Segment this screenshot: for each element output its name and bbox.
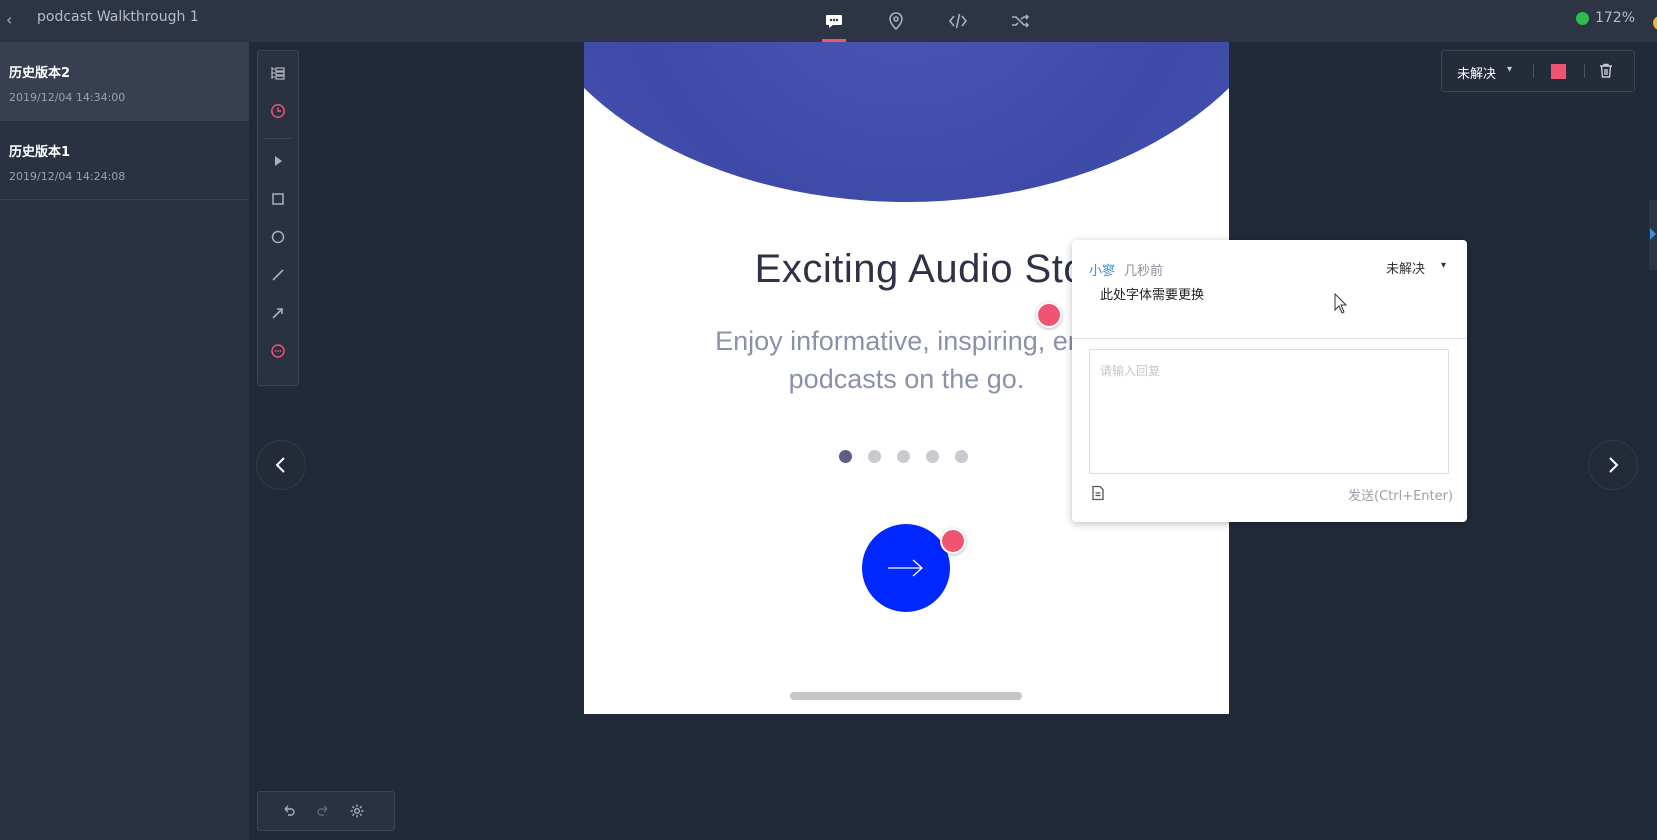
color-swatch[interactable] (1551, 64, 1566, 79)
shuffle-icon (1012, 14, 1030, 28)
history-item-time: 2019/12/04 14:34:00 (9, 91, 126, 104)
divider (1533, 64, 1534, 78)
page-dot[interactable] (868, 450, 881, 463)
page-dot[interactable] (955, 450, 968, 463)
status-dropdown[interactable]: 未解决 (1457, 63, 1496, 82)
comment-status-dropdown[interactable]: 未解决 (1386, 258, 1425, 277)
previous-screen-button[interactable] (256, 440, 306, 490)
chevron-left-icon[interactable]: ‹ (6, 10, 12, 29)
arrow-right-icon (888, 559, 923, 577)
zoom-indicator[interactable]: 172% (1575, 10, 1635, 26)
page-dot[interactable] (926, 450, 939, 463)
send-button[interactable]: 发送(Ctrl+Enter) (1348, 485, 1453, 504)
chevron-right-icon (1609, 457, 1619, 473)
chevron-down-icon[interactable]: ▾ (1507, 64, 1512, 75)
divider (1584, 64, 1585, 78)
home-indicator (790, 692, 1022, 700)
top-bar: ‹ podcast Walkthrough 1 172% (0, 0, 1657, 42)
location-tab[interactable] (876, 0, 916, 42)
header-shape (584, 42, 1229, 202)
next-button[interactable] (862, 524, 950, 612)
expand-arrow-icon[interactable] (1650, 228, 1656, 240)
pointer-icon (275, 156, 282, 166)
divider (1072, 338, 1467, 339)
page-indicator (839, 450, 968, 463)
reply-input[interactable] (1089, 349, 1449, 474)
pointer-tool[interactable] (258, 146, 298, 176)
redo-icon (317, 805, 328, 816)
page-dot[interactable] (839, 450, 852, 463)
line-tool[interactable] (258, 260, 298, 290)
redo-button[interactable] (313, 801, 333, 821)
attachment-icon[interactable] (1090, 485, 1106, 501)
history-panel: 历史版本2 2019/12/04 14:34:00 历史版本1 2019/12/… (0, 42, 249, 840)
comment-tool[interactable] (258, 336, 298, 366)
undo-button[interactable] (279, 801, 299, 821)
layers-tool[interactable] (258, 58, 298, 88)
layers-icon (271, 67, 285, 80)
history-item-name: 历史版本2 (9, 66, 71, 81)
page-dot[interactable] (897, 450, 910, 463)
arrow-icon (272, 308, 283, 319)
arrow-tool[interactable] (258, 298, 298, 328)
settings-button[interactable] (347, 801, 367, 821)
tool-palette (257, 50, 299, 386)
document-title: podcast Walkthrough 1 (37, 9, 199, 25)
mouse-cursor-icon (1334, 293, 1348, 314)
zoom-level: 172% (1594, 10, 1635, 26)
comment-tool-icon (271, 344, 285, 358)
comment-author[interactable]: 小寥 (1089, 260, 1115, 279)
rectangle-tool[interactable] (258, 184, 298, 214)
chevron-left-icon (275, 457, 285, 473)
line-icon (272, 269, 284, 281)
tool-divider (264, 138, 292, 139)
trash-icon[interactable] (1597, 62, 1615, 80)
comment-status-toolbar: 未解决 ▾ (1441, 50, 1635, 92)
status-dot-icon (1575, 11, 1589, 25)
comment-pin[interactable] (1036, 302, 1062, 328)
comment-pin[interactable] (940, 528, 966, 554)
circle-tool[interactable] (258, 222, 298, 252)
comment-popover: 小寥 几秒前 未解决 ▾ 此处字体需要更换 发送(Ctrl+Enter) (1072, 240, 1467, 522)
history-tool[interactable] (258, 96, 298, 126)
code-tab[interactable] (938, 0, 978, 42)
shuffle-tab[interactable] (1000, 0, 1040, 42)
code-icon (948, 13, 968, 29)
rectangle-icon (272, 193, 284, 205)
bottom-toolbar (257, 791, 395, 831)
warning-dot-icon[interactable] (1653, 16, 1657, 30)
comment-text: 此处字体需要更换 (1100, 288, 1205, 303)
comment-icon (826, 15, 842, 28)
comment-time: 几秒前 (1124, 264, 1164, 279)
history-item-time: 2019/12/04 14:24:08 (9, 170, 126, 183)
history-item[interactable]: 历史版本1 2019/12/04 14:24:08 (0, 121, 249, 200)
circle-icon (271, 230, 285, 244)
chevron-down-icon[interactable]: ▾ (1441, 260, 1446, 271)
comment-tab[interactable] (814, 0, 854, 42)
map-pin-icon (889, 12, 903, 31)
settings-icon (350, 804, 364, 818)
history-item-name: 历史版本1 (9, 145, 71, 160)
history-icon (271, 104, 285, 118)
history-item[interactable]: 历史版本2 2019/12/04 14:34:00 (0, 42, 249, 121)
next-screen-button[interactable] (1588, 440, 1638, 490)
undo-icon (284, 805, 295, 816)
